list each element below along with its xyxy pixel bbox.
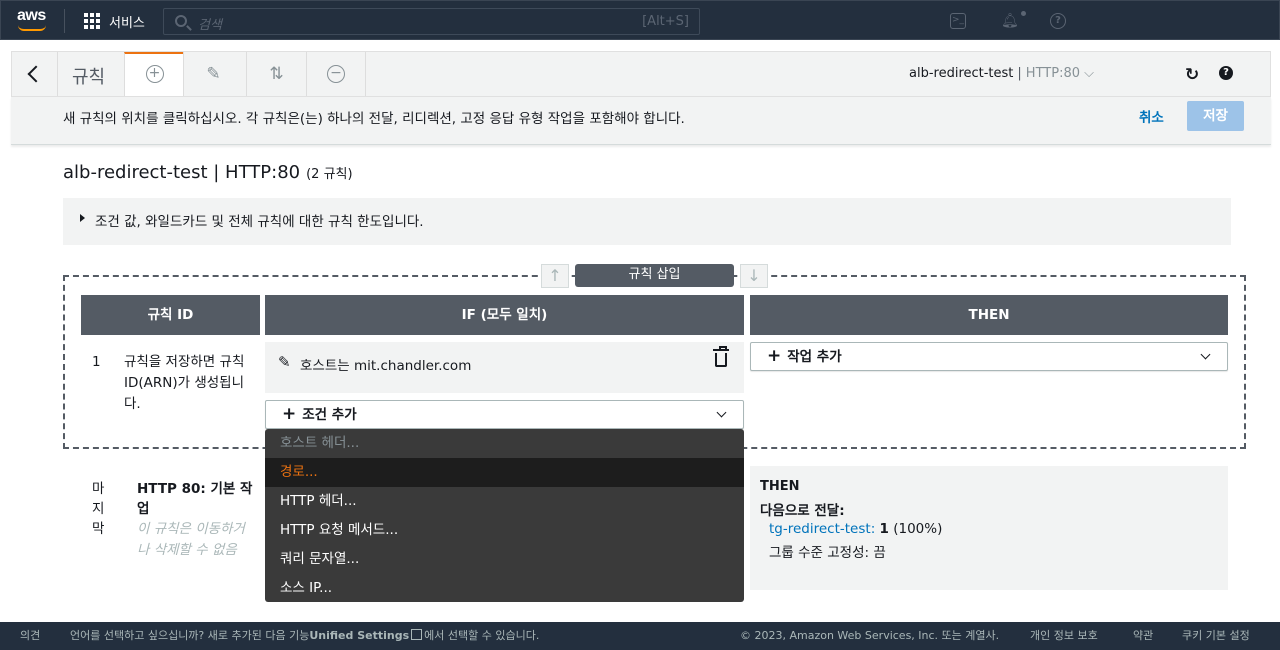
plus-icon: + [767,346,782,366]
target-group-link[interactable]: tg-redirect-test [769,521,871,537]
tab-edit-rule[interactable]: ✎ [183,52,243,96]
help-icon[interactable]: ? [1219,66,1233,80]
bell-icon[interactable]: 🔔︎ [1001,13,1019,29]
copyright: © 2023, Amazon Web Services, Inc. 또는 계열사… [740,629,1000,642]
caret-right-icon [80,214,85,222]
instruction-bar: 새 규칙의 위치를 클릭하십시오. 각 규칙은(는) 하나의 전달, 리디렉션,… [11,97,1271,145]
move-up-button[interactable]: ↑ [541,264,569,288]
unified-settings-link[interactable]: Unified Settings [309,629,409,642]
search-shortcut: [Alt+S] [642,14,689,29]
default-action-title: HTTP 80: 기본 작업 [137,481,253,517]
language-notice: 언어를 선택하고 싶으십니까? 새로 추가된 다음 기능Unified Sett… [70,622,539,650]
chevron-down-icon [716,407,727,418]
privacy-link[interactable]: 개인 정보 보호 [1030,622,1098,650]
menu-item-http-method[interactable]: HTTP 요청 메서드... [265,516,744,545]
rule-limits-text: 조건 값, 와일드카드 및 전체 규칙에 대한 규칙 한도입니다. [95,214,424,230]
add-action-dropdown[interactable]: + 작업 추가 [750,342,1228,371]
services-grid-icon[interactable] [84,13,100,29]
condition-label: 호스트는 [300,358,350,374]
lb-separator: | [1017,66,1022,81]
trash-icon[interactable] [713,346,729,367]
listener-selector[interactable]: alb-redirect-test | HTTP:80 ⌵ [909,66,1094,81]
rule-count: (2 규칙) [306,167,353,182]
aws-smile-mark [18,25,46,31]
refresh-icon[interactable]: ↻ [1185,65,1199,85]
plus-icon: + [282,404,297,424]
chevron-down-icon [1200,349,1211,360]
top-navigation: aws 서비스 검색 [Alt+S] >_ 🔔︎ ? [0,0,1280,40]
rule-id-text: 규칙을 저장하면 규칙 ID(ARN)가 생성됩니다. [124,354,245,412]
notification-dot [1021,11,1026,16]
menu-item-source-ip[interactable]: 소스 IP... [265,574,744,603]
edit-icon: ✎ [206,64,221,84]
external-link-icon [411,629,423,640]
terminal-icon[interactable]: >_ [950,13,966,29]
last-rule-label: 마지막 [92,481,105,537]
pencil-icon[interactable]: ✎ [278,353,291,371]
condition-row: ✎ 호스트는 mit.chandler.com [265,342,744,393]
search-placeholder: 검색 [198,18,222,33]
search-input[interactable]: 검색 [Alt+S] [163,8,700,35]
language-notice-text: 언어를 선택하고 싶으십니까? 새로 추가된 다음 기능 [70,629,310,642]
menu-item-path[interactable]: 경로... [265,458,744,487]
default-action-note: 이 규칙은 이동하거나 삭제할 수 없음 [137,521,245,558]
footer: 의견 언어를 선택하고 싶으십니까? 새로 추가된 다음 기능Unified S… [0,622,1280,650]
insert-rule-button[interactable]: 규칙 삽입 [575,264,734,287]
services-menu[interactable]: 서비스 [109,12,145,31]
add-condition-dropdown[interactable]: + 조건 추가 [265,400,744,429]
target-weight-percent: (100%) [888,521,943,537]
weight-separator: : [870,521,880,537]
add-action-label: 작업 추가 [787,349,842,365]
save-button[interactable]: 저장 [1187,101,1244,131]
condition-value: mit.chandler.com [353,358,472,374]
add-condition-label: 조건 추가 [302,407,357,423]
column-header-if: IF (모두 일치) [265,295,744,335]
rules-toolbar: 규칙 + ✎ ⇅ − alb-redirect-test | HTTP:80 ⌵ ↻… [11,51,1271,97]
delete-icon: − [327,65,345,83]
column-header-then: THEN [750,295,1228,335]
target-group-line: tg-redirect-test: 1 (100%) [769,521,942,537]
cancel-button[interactable]: 취소 [1139,106,1164,126]
search-icon [175,15,187,27]
chevron-down-icon: ⌵ [1084,66,1094,81]
toolbar-title: 규칙 [72,67,106,88]
tab-add-rule[interactable]: + [124,52,184,96]
column-header-rule-id: 규칙 ID [81,295,260,335]
default-action-then: THEN 다음으로 전달: tg-redirect-test: 1 (100%)… [750,466,1228,590]
cookie-preferences-link[interactable]: 쿠키 기본 설정 [1182,622,1250,650]
language-notice-text-2: 에서 선택할 수 있습니다. [424,629,540,642]
condition-type-menu: 호스트 헤더... 경로... HTTP 헤더... HTTP 요청 메서드..… [265,429,744,602]
add-icon: + [145,65,164,83]
instruction-text: 새 규칙의 위치를 클릭하십시오. 각 규칙은(는) 하나의 전달, 리디렉션,… [63,111,685,127]
forward-label: 다음으로 전달: [760,503,845,519]
page-title: alb-redirect-test | HTTP:80 (2 규칙) [63,162,353,183]
menu-item-http-header[interactable]: HTTP 헤더... [265,487,744,516]
reorder-icon: ⇅ [269,64,284,84]
rule-limits-expander[interactable]: 조건 값, 와일드카드 및 전체 규칙에 대한 규칙 한도입니다. [63,198,1231,245]
stickiness-text: 그룹 수준 고정성: 끔 [769,545,886,561]
listener-name: HTTP:80 [1025,66,1080,81]
tab-reorder-rules[interactable]: ⇅ [246,52,306,96]
target-weight: 1 [879,521,889,537]
rule-number: 1 [92,354,101,370]
back-button[interactable] [12,52,58,96]
nav-divider [64,9,65,33]
move-down-button[interactable]: ↓ [740,264,768,288]
help-icon[interactable]: ? [1050,13,1066,29]
aws-logo[interactable]: aws [17,7,46,25]
condition-text: 호스트는 mit.chandler.com [300,354,471,374]
page-title-text: alb-redirect-test | HTTP:80 [63,162,301,183]
lb-name: alb-redirect-test [909,66,1014,81]
tab-delete-rule[interactable]: − [306,52,366,96]
feedback-link[interactable]: 의견 [20,622,40,650]
menu-item-host-header: 호스트 헤더... [280,435,360,451]
menu-item-query-string[interactable]: 쿼리 문자열... [265,545,744,574]
terms-link[interactable]: 약관 [1133,622,1153,650]
then-label: THEN [760,479,800,494]
